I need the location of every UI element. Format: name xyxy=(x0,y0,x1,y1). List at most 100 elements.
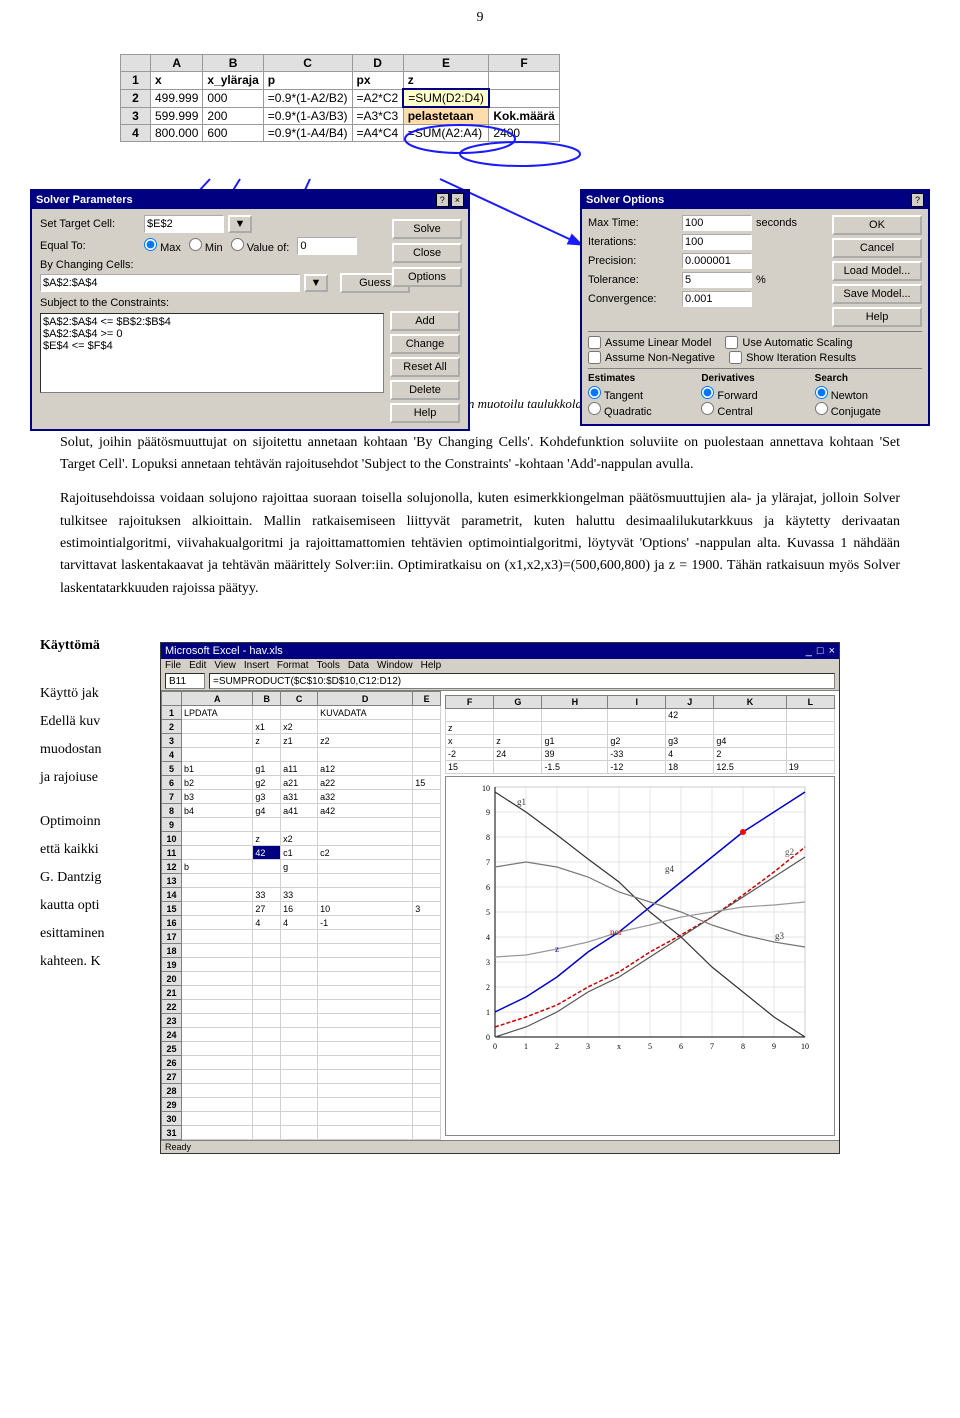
radio-value-of[interactable] xyxy=(231,238,244,251)
y-label-0: 0 xyxy=(486,1033,490,1042)
radio-quadratic[interactable]: Quadratic xyxy=(588,402,695,418)
formula-bar-content[interactable]: =SUMPRODUCT($C$10:$D$10,C12:D12) xyxy=(209,673,835,689)
ok-btn[interactable]: OK xyxy=(832,215,922,235)
reset-all-btn[interactable]: Reset All xyxy=(390,357,460,377)
iterations-input[interactable] xyxy=(682,234,752,250)
add-btn[interactable]: Add xyxy=(390,311,460,331)
excel-col-a: A xyxy=(182,692,253,706)
excel-row-27: 27 xyxy=(162,1070,441,1084)
ss-cell-c4: =0.9*(1-A4/B4) xyxy=(263,125,352,142)
radio-max[interactable] xyxy=(144,238,157,251)
g-dantzig-label: G. Dantzig xyxy=(40,864,150,892)
menu-edit[interactable]: Edit xyxy=(189,660,206,671)
ss-cell-b1: x_yläraja xyxy=(203,72,263,90)
excel-window: Microsoft Excel - hav.xls _ □ × File Edi… xyxy=(160,642,840,1154)
excel-row-30: 30 xyxy=(162,1112,441,1126)
options-main-area: Max Time: seconds Iterations: Precision:… xyxy=(588,215,922,327)
solver-options-question-btn[interactable]: ? xyxy=(911,193,924,207)
excel-row-2: 2 x1 x2 xyxy=(162,720,441,734)
excel-row-9: 9 xyxy=(162,818,441,832)
menu-window[interactable]: Window xyxy=(377,660,413,671)
use-auto-scaling-cb[interactable] xyxy=(725,336,738,349)
excel-chart-area: F G H I J K L 42 z xz xyxy=(441,691,839,1140)
subject-label: Subject to the Constraints: xyxy=(40,297,460,309)
kahteen-label: kahteen. K xyxy=(40,948,150,976)
excel-close-btn[interactable]: × xyxy=(829,645,835,657)
y-label-6: 6 xyxy=(486,883,490,892)
menu-insert[interactable]: Insert xyxy=(244,660,269,671)
y-label-10: 10 xyxy=(482,784,490,793)
menu-tools[interactable]: Tools xyxy=(317,660,340,671)
constraint-3: $E$4 <= $F$4 xyxy=(43,340,381,352)
menu-file[interactable]: File xyxy=(165,660,181,671)
so-help-btn[interactable]: Help xyxy=(832,307,922,327)
x-label-8: 8 xyxy=(741,1042,745,1051)
assume-linear-cb[interactable] xyxy=(588,336,601,349)
page-number: 9 xyxy=(0,0,960,34)
max-time-input[interactable] xyxy=(682,215,752,231)
cell-ref-box[interactable]: B11 xyxy=(165,673,205,689)
radio-tangent[interactable]: Tangent xyxy=(588,386,695,402)
radio-forward[interactable]: Forward xyxy=(701,386,808,402)
menu-help[interactable]: Help xyxy=(421,660,442,671)
solver-options-dialog: Solver Options ? Max Time: seconds Itera… xyxy=(580,189,930,426)
radio-value-label[interactable]: Value of: xyxy=(231,238,290,254)
radio-central[interactable]: Central xyxy=(701,402,808,418)
radio-max-label[interactable]: Max xyxy=(144,238,181,254)
options-btn[interactable]: Options xyxy=(392,267,462,287)
solver-params-question-btn[interactable]: ? xyxy=(436,193,449,207)
ss-row-1: 1 xyxy=(121,72,151,90)
change-btn[interactable]: Change xyxy=(390,334,460,354)
excel-content-area: A B C D E 1 LPDATA KUVAD xyxy=(161,691,839,1140)
save-model-btn[interactable]: Save Model... xyxy=(832,284,922,304)
excel-row-3: 3 z z1 z2 xyxy=(162,734,441,748)
excel-row-25: 25 xyxy=(162,1042,441,1056)
body-para-1: Solut, joihin päätösmuuttujat on sijoite… xyxy=(60,432,900,477)
radio-conjugate[interactable]: Conjugate xyxy=(815,402,922,418)
estimates-title: Estimates xyxy=(588,373,695,384)
ss-cell-c1: p xyxy=(263,72,352,90)
search-title: Search xyxy=(815,373,922,384)
assume-non-neg-cb[interactable] xyxy=(588,351,601,364)
radio-min-label[interactable]: Min xyxy=(189,238,223,254)
excel-col-b: B xyxy=(253,692,281,706)
assume-non-neg-row: Assume Non-Negative Show Iteration Resul… xyxy=(588,351,922,364)
menu-format[interactable]: Format xyxy=(277,660,309,671)
show-iteration-label: Show Iteration Results xyxy=(746,352,856,364)
y-label-2: 2 xyxy=(486,983,490,992)
load-model-btn[interactable]: Load Model... xyxy=(832,261,922,281)
radio-newton[interactable]: Newton xyxy=(815,386,922,402)
x-label-10: 10 xyxy=(801,1042,809,1051)
chart-label-nor: nor xyxy=(610,927,622,937)
precision-input[interactable] xyxy=(682,253,752,269)
show-iteration-cb[interactable] xyxy=(729,351,742,364)
delete-btn[interactable]: Delete xyxy=(390,380,460,400)
close-btn[interactable]: Close xyxy=(392,243,462,263)
tolerance-input[interactable] xyxy=(682,272,752,288)
menu-data[interactable]: Data xyxy=(348,660,369,671)
cancel-btn[interactable]: Cancel xyxy=(832,238,922,258)
radio-min[interactable] xyxy=(189,238,202,251)
tolerance-pct: % xyxy=(756,274,766,286)
sp-help-btn[interactable]: Help xyxy=(390,403,460,423)
value-of-input[interactable] xyxy=(297,237,357,255)
ss-cell-f2 xyxy=(489,89,559,107)
kautta-opti-label: kautta opti xyxy=(40,892,150,920)
changing-cells-browse-btn[interactable]: ▼ xyxy=(304,274,328,292)
ss-cell-d1: px xyxy=(352,72,403,90)
target-cell-browse-btn[interactable]: ▼ xyxy=(228,215,252,233)
excel-minimize-btn[interactable]: _ xyxy=(806,645,812,657)
left-labels-col: Käyttömä Käyttö jak Edellä kuv muodostan… xyxy=(40,632,150,1164)
target-cell-input[interactable] xyxy=(144,215,224,233)
changing-cells-input[interactable] xyxy=(40,274,300,292)
convergence-input[interactable] xyxy=(682,291,752,307)
solver-params-close-btn[interactable]: × xyxy=(451,193,464,207)
x-label-7: 7 xyxy=(710,1042,714,1051)
solve-btn[interactable]: Solve xyxy=(392,219,462,239)
excel-row-31: 31 xyxy=(162,1126,441,1140)
menu-view[interactable]: View xyxy=(214,660,236,671)
x-label-x: x xyxy=(617,1042,621,1051)
excel-maximize-btn[interactable]: □ xyxy=(817,645,824,657)
line-chart-container: 0 1 2 3 4 5 6 7 8 9 10 0 1 2 xyxy=(445,776,835,1136)
excel-ready-text: Ready xyxy=(165,1142,191,1152)
